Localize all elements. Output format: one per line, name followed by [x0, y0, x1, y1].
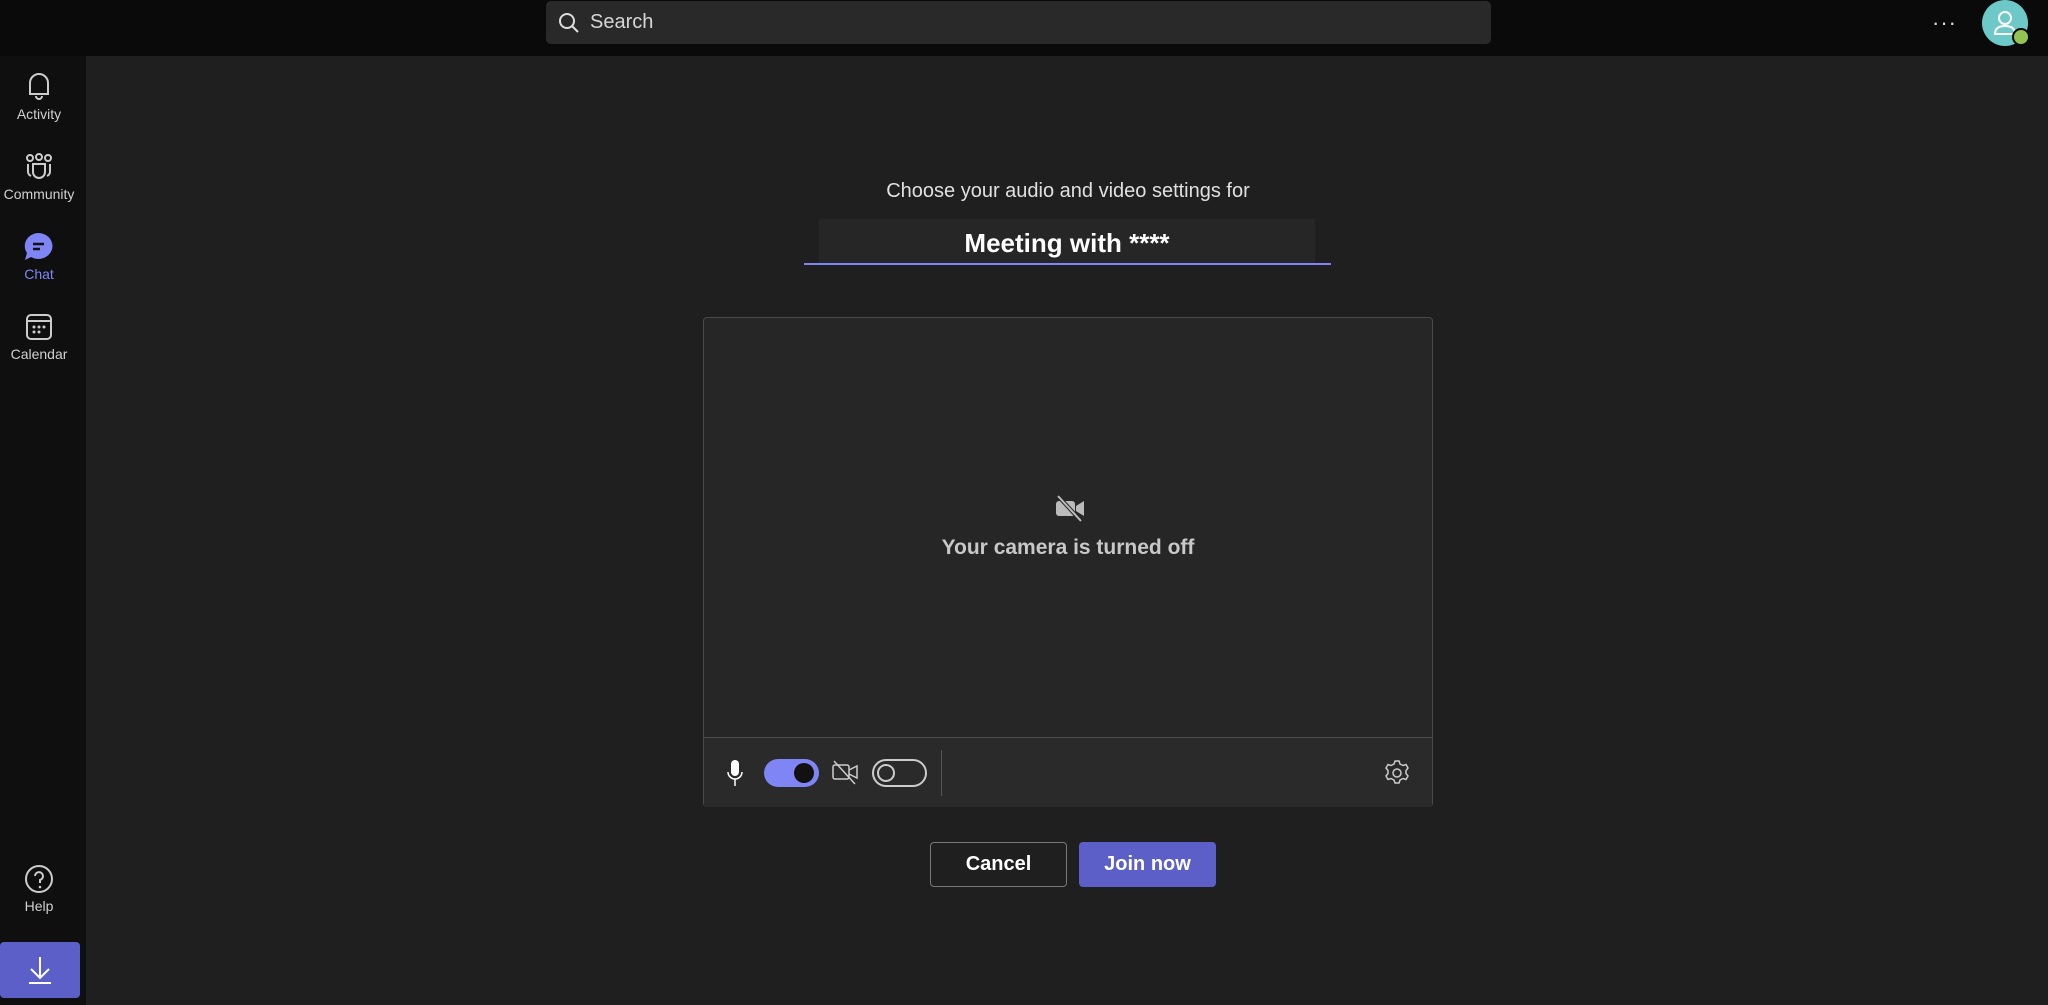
bell-icon: [29, 73, 49, 100]
community-icon: [26, 153, 52, 179]
gear-icon[interactable]: [1383, 759, 1411, 787]
camera-status: Your camera is turned off: [941, 536, 1195, 559]
microphone-toggle[interactable]: [764, 759, 819, 787]
search-input[interactable]: Search: [546, 1, 1491, 44]
video-preview: Your camera is turned off: [703, 317, 1433, 807]
device-controls: [704, 737, 1432, 807]
sidebar-item-help[interactable]: Help: [0, 864, 78, 914]
sidebar: Activity Community Chat Calendar Help: [0, 56, 86, 1005]
join-now-button[interactable]: Join now: [1079, 842, 1216, 887]
divider: [941, 750, 942, 796]
camera-off-icon: [832, 760, 858, 785]
camera-toggle[interactable]: [872, 759, 927, 787]
chat-icon: [24, 232, 53, 260]
search-placeholder: Search: [590, 11, 654, 33]
camera-off-icon: [1056, 494, 1084, 522]
sidebar-item-label: Calendar: [10, 346, 68, 362]
sidebar-item-activity[interactable]: Activity: [0, 70, 78, 122]
cancel-button[interactable]: Cancel: [930, 842, 1067, 887]
download-icon: [29, 957, 51, 984]
more-button[interactable]: ···: [1932, 10, 1957, 36]
search-icon: [559, 12, 579, 33]
sidebar-item-chat[interactable]: Chat: [0, 232, 78, 282]
prejoin-prompt: Choose your audio and video settings for: [886, 180, 1250, 202]
sidebar-item-calendar[interactable]: Calendar: [0, 312, 78, 362]
sidebar-item-community[interactable]: Community: [0, 152, 78, 202]
top-bar: Search ···: [0, 0, 2048, 56]
title-underline: [804, 263, 1331, 265]
sidebar-item-label: Activity: [16, 106, 62, 122]
presence-badge: [2012, 28, 2030, 46]
download-button[interactable]: [0, 942, 80, 998]
microphone-icon: [727, 760, 743, 786]
sidebar-item-label: Chat: [24, 266, 54, 282]
calendar-icon: [26, 314, 52, 340]
sidebar-item-label: Help: [24, 898, 54, 914]
sidebar-item-label: Community: [3, 186, 75, 202]
help-icon: [25, 865, 53, 893]
meeting-title-input[interactable]: Meeting with ****: [819, 219, 1315, 264]
